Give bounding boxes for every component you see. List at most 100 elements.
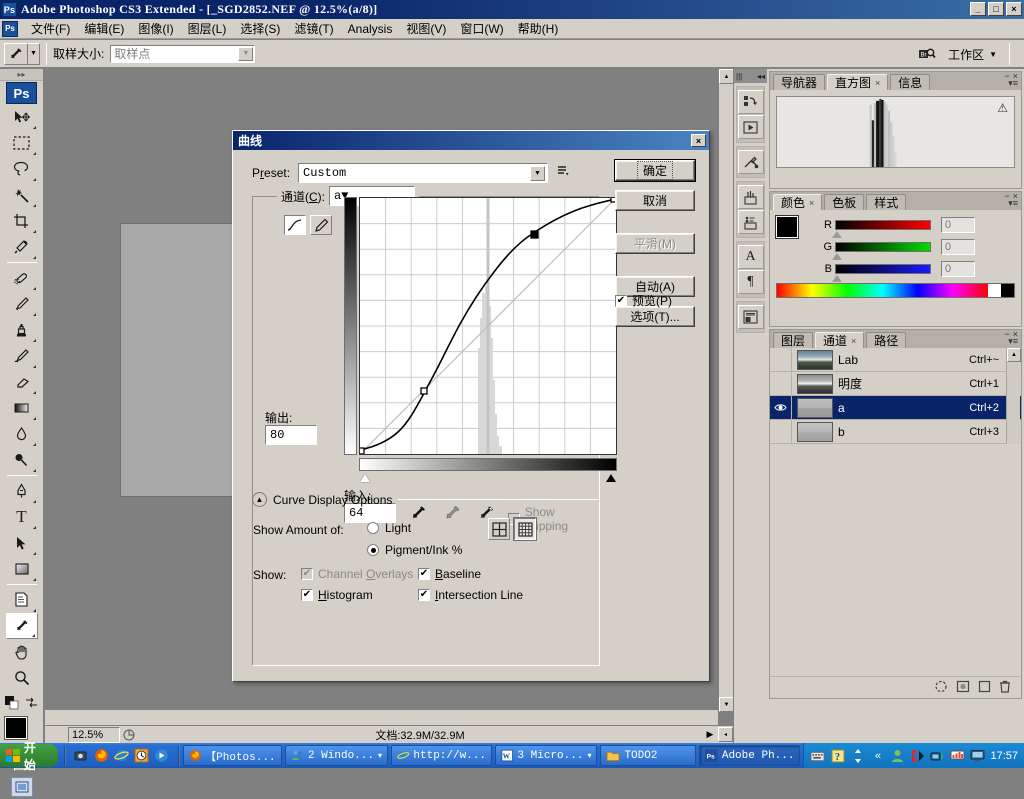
taskbar-button-browser[interactable]: http://w...: [391, 745, 493, 766]
zoom-tool[interactable]: [6, 665, 38, 691]
show-desktop-icon[interactable]: [74, 748, 90, 764]
help-icon[interactable]: ?: [830, 748, 845, 763]
menu-layer[interactable]: 图层(L): [181, 18, 234, 39]
slider-value-r[interactable]: 0: [941, 216, 975, 233]
updown-icon[interactable]: [850, 748, 865, 763]
panel-menu-icon[interactable]: ▾≡: [1008, 78, 1018, 89]
taskbar-button-photoshop-win[interactable]: 【Photos...: [182, 745, 282, 766]
standard-screen-mode-button[interactable]: [10, 777, 33, 797]
brushes-icon[interactable]: [737, 185, 764, 209]
type-tool[interactable]: T: [6, 504, 38, 530]
eyedropper-tool[interactable]: [5, 613, 38, 639]
notes-tool[interactable]: [6, 587, 38, 613]
move-tool[interactable]: [6, 104, 38, 130]
eraser-tool[interactable]: [6, 369, 38, 395]
delete-channel-icon[interactable]: [999, 680, 1011, 696]
canvas-vertical-scrollbar[interactable]: ▲ ▼: [718, 69, 734, 712]
intersection-line-row[interactable]: ✔ Intersection Line: [418, 588, 523, 602]
status-proxy-icon[interactable]: [120, 729, 138, 741]
clone-stamp-tool[interactable]: [6, 317, 38, 343]
preset-select[interactable]: Custom ▼: [298, 163, 549, 183]
table-row[interactable]: a Ctrl+2: [770, 395, 1021, 420]
dodge-tool[interactable]: [6, 447, 38, 473]
eyedropper-icon[interactable]: [4, 42, 28, 65]
slider-value-g[interactable]: 0: [941, 238, 975, 255]
visibility-toggle[interactable]: [770, 395, 792, 420]
tab-color[interactable]: 颜色 ×: [773, 194, 823, 210]
close-icon[interactable]: ×: [851, 336, 856, 346]
channels-scrollbar[interactable]: ▲: [1006, 348, 1021, 444]
shape-tool[interactable]: [6, 556, 38, 582]
media-icon[interactable]: [154, 748, 170, 764]
slider-track-b[interactable]: [832, 263, 931, 282]
radio-light[interactable]: [367, 522, 379, 534]
hand-tool[interactable]: [6, 639, 38, 665]
healing-brush-tool[interactable]: [6, 265, 38, 291]
chevron-down-icon[interactable]: ▾: [587, 751, 591, 761]
taskbar-button-windows-group[interactable]: 2 Windo... ▾: [284, 745, 388, 766]
minimize-button[interactable]: _: [970, 2, 986, 16]
tab-navigator[interactable]: 导航器: [773, 74, 826, 90]
canvas-horizontal-scrollbar[interactable]: [45, 710, 718, 725]
layer-comps-icon[interactable]: [737, 305, 764, 329]
preview-row[interactable]: ✔ 预览(P): [615, 292, 672, 309]
lasso-tool[interactable]: [6, 156, 38, 182]
ie-icon[interactable]: [114, 748, 130, 764]
grid-tenth-icon[interactable]: [513, 517, 537, 541]
app-menu-icon[interactable]: Ps: [2, 20, 18, 37]
gradient-tool[interactable]: [6, 395, 38, 421]
history-brush-tool[interactable]: [6, 343, 38, 369]
marquee-tool[interactable]: [6, 130, 38, 156]
magic-wand-tool[interactable]: [6, 182, 38, 208]
menu-edit[interactable]: 编辑(E): [77, 18, 131, 39]
curve-draw-icon[interactable]: [284, 215, 306, 235]
foreground-color-swatch[interactable]: [775, 215, 799, 239]
display-icon[interactable]: [970, 748, 985, 763]
pencil-draw-icon[interactable]: [310, 215, 332, 235]
taskbar-button-photoshop[interactable]: Ps Adobe Ph...: [699, 745, 801, 766]
character-icon[interactable]: A: [737, 245, 764, 269]
ok-button[interactable]: 确定: [614, 159, 696, 182]
slider-value-b[interactable]: 0: [941, 260, 975, 277]
histogram-checkbox[interactable]: ✔: [301, 589, 313, 601]
slider-thumb-g[interactable]: [832, 252, 842, 260]
curve-graph[interactable]: [357, 195, 618, 455]
menu-filter[interactable]: 滤镜(T): [287, 18, 340, 39]
close-icon[interactable]: ×: [875, 78, 880, 88]
close-icon[interactable]: ×: [691, 134, 706, 147]
maximize-button[interactable]: □: [988, 2, 1004, 16]
tab-styles[interactable]: 样式: [866, 194, 907, 210]
preset-options-icon[interactable]: [557, 165, 571, 181]
menu-view[interactable]: 视图(V): [399, 18, 453, 39]
menu-image[interactable]: 图像(I): [131, 18, 180, 39]
menu-file[interactable]: 文件(F): [24, 18, 77, 39]
output-field[interactable]: 80: [265, 425, 317, 445]
black-input-slider[interactable]: [360, 474, 370, 482]
slider-track-r[interactable]: [832, 219, 931, 238]
menu-analysis[interactable]: Analysis: [341, 20, 400, 38]
panel-menu-icon[interactable]: ▾≡: [1008, 336, 1018, 347]
panel-menu-icon[interactable]: ▾≡: [1008, 198, 1018, 209]
white-input-slider[interactable]: [606, 474, 616, 482]
bridge-button[interactable]: Br: [912, 44, 942, 64]
network-icon[interactable]: [930, 748, 945, 763]
menu-select[interactable]: 选择(S): [233, 18, 287, 39]
swap-colors-icon[interactable]: [25, 696, 38, 713]
pen-tool[interactable]: [6, 478, 38, 504]
tab-layers[interactable]: 图层: [773, 332, 814, 348]
channel-overlays-row[interactable]: ✔ Channel Overlays: [301, 567, 413, 581]
slider-track-g[interactable]: [832, 241, 931, 260]
tab-swatches[interactable]: 色板: [824, 194, 865, 210]
chevron-down-icon[interactable]: ▼: [238, 46, 254, 61]
chevron-down-icon[interactable]: ▼: [530, 166, 546, 181]
taskbar-button-folder[interactable]: TODO2: [600, 745, 697, 766]
tab-info[interactable]: 信息: [890, 74, 931, 90]
clock-icon[interactable]: [134, 748, 150, 764]
scroll-up-arrow[interactable]: ▲: [719, 69, 734, 84]
blur-tool[interactable]: [6, 421, 38, 447]
table-row[interactable]: 明度 Ctrl+1: [770, 371, 1021, 396]
close-icon[interactable]: ×: [809, 198, 814, 208]
kaspersky-icon[interactable]: [910, 748, 925, 763]
visibility-toggle[interactable]: [770, 347, 792, 372]
options-button[interactable]: 选项(T)...: [615, 306, 695, 327]
